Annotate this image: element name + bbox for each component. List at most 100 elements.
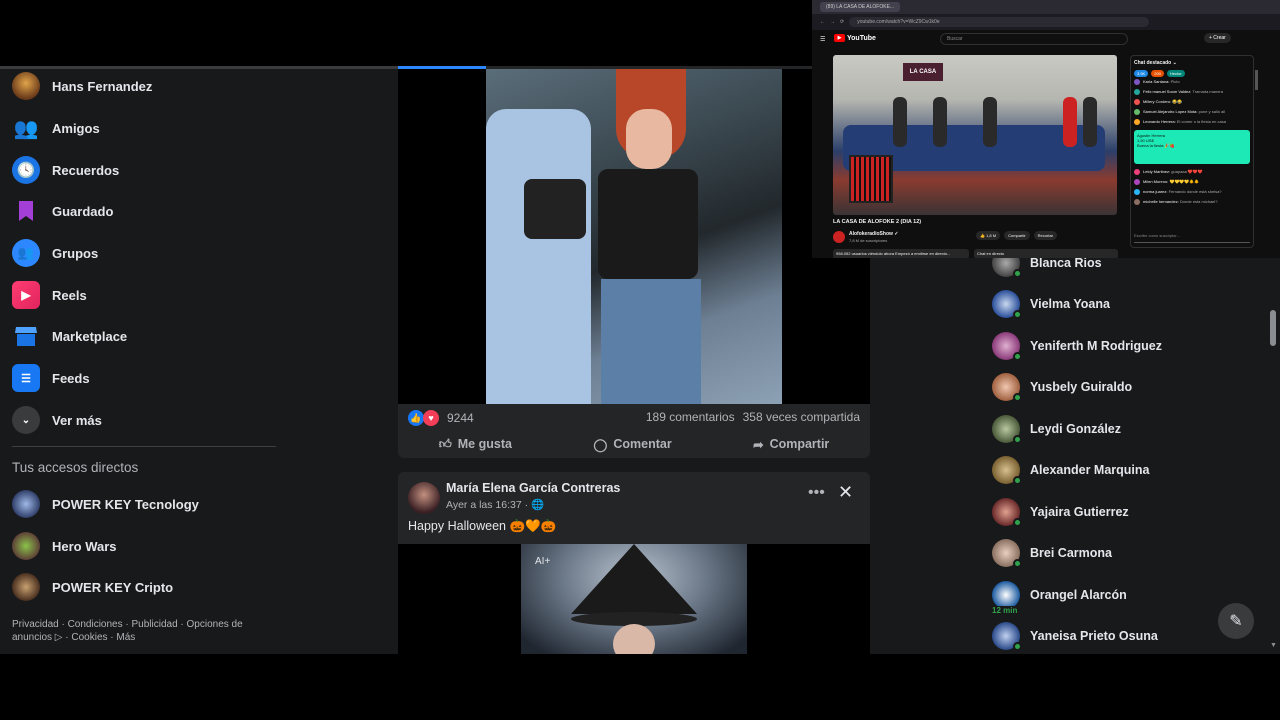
qr-code bbox=[849, 155, 893, 203]
logo-text: YouTube bbox=[847, 34, 876, 42]
shortcut-hero-wars[interactable]: Hero Wars bbox=[12, 526, 117, 566]
video-description[interactable]: 958.052 usuarios viéndolo ahora Empezó a… bbox=[833, 249, 969, 258]
sidebar-item-marketplace[interactable]: Marketplace bbox=[12, 316, 127, 356]
share-label: Compartir bbox=[769, 437, 830, 451]
subscriber-count: 7,8 M de suscriptores bbox=[849, 238, 888, 243]
scroll-down-arrow-icon[interactable]: ▼ bbox=[1270, 642, 1277, 649]
chat-scrollbar[interactable] bbox=[1255, 60, 1258, 240]
forward-icon[interactable]: → bbox=[830, 19, 835, 25]
browser-tab[interactable]: (89) LA CASA DE ALOFOKE... bbox=[820, 2, 901, 12]
like-button[interactable]: 👍︎ Me gusta bbox=[439, 432, 512, 456]
contact-item[interactable]: Leydi González bbox=[992, 409, 1121, 449]
contact-avatar bbox=[992, 539, 1022, 568]
menu-icon[interactable]: ☰ bbox=[820, 36, 825, 43]
post-time[interactable]: Ayer a las 16:37 · 🌐 bbox=[446, 498, 544, 511]
post-photo[interactable] bbox=[486, 69, 782, 404]
channel-avatar[interactable] bbox=[833, 231, 845, 243]
contact-item[interactable]: 12 min Orangel Alarcón bbox=[990, 575, 1127, 615]
url-field[interactable]: youtube.com/watch?v=WcZ9Cw1k0e bbox=[849, 17, 1150, 27]
person bbox=[983, 97, 997, 147]
like-button[interactable]: 👍 1,8 M bbox=[976, 231, 1001, 240]
comment-button[interactable]: ◯ Comentar bbox=[593, 432, 671, 456]
love-reaction-icon: ♥ bbox=[423, 410, 439, 426]
contact-avatar bbox=[992, 498, 1022, 527]
contact-item[interactable]: Yeniferth M Rodriguez bbox=[992, 326, 1162, 366]
clock-icon: 🕓 bbox=[12, 156, 40, 184]
person bbox=[893, 97, 907, 147]
sidebar-item-memories[interactable]: 🕓 Recuerdos bbox=[12, 150, 119, 190]
like-label: Me gusta bbox=[457, 437, 512, 451]
shortcut-avatar bbox=[12, 573, 40, 601]
chat-message: Milen Moreno: 💛💛💛💛🐥🐥 bbox=[1131, 177, 1253, 187]
share-count[interactable]: 358 veces compartida bbox=[743, 410, 860, 424]
online-indicator bbox=[1013, 269, 1022, 278]
sidebar-item-profile[interactable]: Hans Fernandez bbox=[12, 66, 152, 106]
last-active-badge: 12 min bbox=[990, 606, 1020, 615]
contact-item[interactable]: Yusbely Guiraldo bbox=[992, 367, 1132, 407]
reels-icon: ▶ bbox=[12, 281, 40, 309]
ai-label: AI+ bbox=[535, 556, 551, 567]
chat-pill[interactable]: 200 bbox=[1151, 70, 1164, 77]
share-button[interactable]: ➦ Compartir bbox=[753, 432, 829, 456]
sidebar-item-label: Recuerdos bbox=[52, 162, 120, 178]
search-input[interactable]: Buscar bbox=[940, 33, 1128, 45]
close-icon[interactable]: ✕ bbox=[838, 482, 853, 503]
video-player[interactable]: LA CASA bbox=[833, 55, 1117, 215]
person bbox=[1083, 97, 1097, 147]
marketplace-icon bbox=[12, 322, 40, 350]
post-photo[interactable]: AI+ bbox=[521, 544, 747, 654]
reload-icon[interactable]: ⟳ bbox=[840, 19, 844, 25]
bookmark-icon bbox=[12, 197, 40, 225]
more-options-icon[interactable]: ••• bbox=[808, 484, 825, 502]
share-button[interactable]: Compartir bbox=[1004, 231, 1030, 240]
sidebar-item-friends[interactable]: 👥 Amigos bbox=[12, 108, 100, 148]
chat-pill[interactable]: 3,5K bbox=[1134, 70, 1149, 77]
chat-title[interactable]: Chat destacado ⌄ bbox=[1131, 56, 1253, 70]
back-icon[interactable]: ← bbox=[820, 19, 825, 25]
feeds-icon: ☰ bbox=[12, 364, 40, 392]
live-chat: Chat destacado ⌄ 3,5K 200 Hector Karla S… bbox=[1130, 55, 1254, 248]
sidebar-item-feeds[interactable]: ☰ Feeds bbox=[12, 358, 90, 398]
sidebar-item-see-more[interactable]: ⌄ Ver más bbox=[12, 400, 102, 440]
create-button[interactable]: + Crear bbox=[1204, 33, 1231, 43]
chat-pill[interactable]: Hector bbox=[1166, 70, 1185, 77]
sidebar-item-groups[interactable]: 👥 Grupos bbox=[12, 233, 98, 273]
online-indicator bbox=[1013, 476, 1022, 485]
scrollbar-thumb[interactable] bbox=[1270, 310, 1276, 346]
comment-count[interactable]: 189 comentarios bbox=[646, 410, 735, 424]
clip-button[interactable]: Recortar bbox=[1033, 231, 1058, 240]
author-name[interactable]: María Elena García Contreras bbox=[446, 481, 620, 495]
witch-hat bbox=[571, 544, 697, 614]
shortcut-power-key-tecnology[interactable]: POWER KEY Tecnology bbox=[12, 484, 199, 524]
reactions[interactable]: 👍 ♥ 9244 bbox=[408, 410, 474, 426]
contact-item[interactable]: Yajaira Gutierrez bbox=[992, 492, 1129, 532]
post-text: Happy Halloween 🎃🧡🎃 bbox=[408, 519, 557, 533]
channel-name[interactable]: AlofokeradioShow ✓ bbox=[849, 231, 898, 237]
video-logo: LA CASA bbox=[903, 63, 943, 81]
shortcut-label: Hero Wars bbox=[52, 538, 117, 554]
sidebar-item-saved[interactable]: Guardado bbox=[12, 191, 113, 231]
footer-links[interactable]: Privacidad · Condiciones · Publicidad · … bbox=[12, 618, 272, 644]
chat-input[interactable]: Escribe como suscriptor... bbox=[1134, 233, 1250, 243]
super-chat: Agustin Herrera 1,50 US$ Buena la fiesta… bbox=[1134, 130, 1250, 164]
contact-item[interactable]: Brei Carmona bbox=[992, 533, 1112, 573]
shortcut-power-key-cripto[interactable]: POWER KEY Cripto bbox=[12, 567, 173, 607]
sidebar-item-reels[interactable]: ▶ Reels bbox=[12, 275, 87, 315]
new-message-button[interactable]: ✎ bbox=[1218, 603, 1254, 639]
youtube-logo[interactable]: ▶ YouTube bbox=[834, 34, 876, 42]
author-avatar[interactable] bbox=[408, 482, 440, 514]
post-image-frame[interactable] bbox=[398, 69, 870, 404]
shortcut-label: POWER KEY Cripto bbox=[52, 579, 174, 595]
reaction-count: 9244 bbox=[447, 411, 474, 425]
contact-item[interactable]: Yaneisa Prieto Osuna bbox=[992, 616, 1158, 656]
contact-item[interactable]: Vielma Yoana bbox=[992, 284, 1110, 324]
friends-icon: 👥 bbox=[13, 117, 39, 140]
comment-label: Comentar bbox=[613, 437, 672, 451]
person bbox=[1063, 97, 1077, 147]
contact-item[interactable]: Alexander Marquina bbox=[992, 450, 1149, 490]
chat-replay-tab[interactable]: Chat en directo bbox=[974, 249, 1118, 258]
shortcut-avatar bbox=[12, 490, 40, 518]
chat-message: norma juarez: Fernando donde está shelsa… bbox=[1131, 187, 1253, 197]
sidebar-item-label: Reels bbox=[52, 287, 87, 303]
post-image-frame[interactable]: AI+ bbox=[398, 544, 870, 654]
